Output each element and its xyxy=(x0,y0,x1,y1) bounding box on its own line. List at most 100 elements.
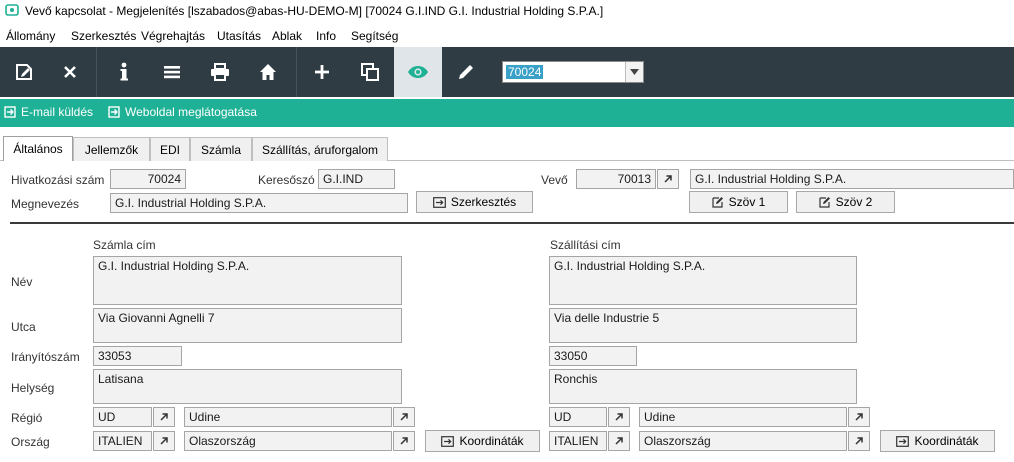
billing-city-field[interactable]: Latisana xyxy=(93,369,402,404)
record-combobox[interactable]: 70024 xyxy=(502,61,644,83)
shipping-address-heading: Szállítási cím xyxy=(550,238,621,252)
edit-name-button[interactable]: Szerkesztés xyxy=(416,191,533,213)
name-field[interactable]: G.I. Industrial Holding S.P.A. xyxy=(110,193,408,213)
shipping-name-field[interactable]: G.I. Industrial Holding S.P.A. xyxy=(549,256,857,305)
text1-button[interactable]: Szöv 1 xyxy=(689,191,788,213)
billing-street-field[interactable]: Via Giovanni Agnelli 7 xyxy=(93,308,402,343)
tab-general[interactable]: Általános xyxy=(3,136,73,161)
edit-note-icon xyxy=(712,197,723,208)
billing-region-name-field[interactable]: Udine xyxy=(184,407,392,427)
billing-zip-field[interactable]: 33053 xyxy=(93,346,182,366)
customer-link-button[interactable] xyxy=(657,169,679,189)
text2-button[interactable]: Szöv 2 xyxy=(796,191,895,213)
shipping-region-code-field[interactable]: UD xyxy=(549,407,607,427)
ref-number-field[interactable]: 70024 xyxy=(110,169,186,189)
menu-execute[interactable]: Végrehajtás xyxy=(141,29,205,43)
website-action[interactable]: Weboldal meglátogatása xyxy=(108,105,257,119)
menu-info[interactable]: Info xyxy=(316,29,336,43)
tab-invoice[interactable]: Számla xyxy=(190,137,252,161)
billing-name-field[interactable]: G.I. Industrial Holding S.P.A. xyxy=(93,256,402,305)
billing-country-name-link-button[interactable] xyxy=(393,431,415,451)
billing-region-link-button[interactable] xyxy=(153,407,175,427)
copy-icon xyxy=(361,63,379,81)
link-arrow-icon xyxy=(4,106,16,118)
info-button[interactable] xyxy=(100,47,148,97)
billing-region-code-field[interactable]: UD xyxy=(93,407,152,427)
menu-file[interactable]: Állomány xyxy=(6,29,55,43)
arrow-up-right-icon xyxy=(160,413,168,421)
tab-properties[interactable]: Jellemzők xyxy=(73,137,150,161)
section-divider xyxy=(10,222,1014,224)
arrow-up-right-icon xyxy=(160,437,168,445)
tab-shipping[interactable]: Szállítás, áruforgalom xyxy=(252,137,388,161)
address-region-label: Régió xyxy=(11,411,43,425)
billing-region-name-link-button[interactable] xyxy=(393,407,415,427)
shipping-street-field[interactable]: Via delle Industrie 5 xyxy=(549,308,857,343)
link-arrow-icon xyxy=(896,435,910,447)
address-name-label: Név xyxy=(11,275,33,289)
search-word-label: Keresőszó xyxy=(258,173,315,187)
shipping-country-link-button[interactable] xyxy=(608,431,630,451)
website-action-label: Weboldal meglátogatása xyxy=(125,105,257,119)
shipping-region-link-button[interactable] xyxy=(608,407,630,427)
record-combobox-value[interactable]: 70024 xyxy=(506,65,544,79)
edit-button[interactable] xyxy=(442,47,490,97)
copy-button[interactable] xyxy=(346,47,394,97)
address-city-label: Helység xyxy=(11,381,55,395)
arrow-up-right-icon xyxy=(400,413,408,421)
new-button[interactable] xyxy=(298,47,346,97)
shipping-country-code-field[interactable]: ITALIEN xyxy=(549,431,607,451)
link-arrow-icon xyxy=(441,435,455,447)
print-icon xyxy=(211,63,229,81)
shipping-coordinates-button[interactable]: Koordináták xyxy=(880,430,995,452)
link-arrow-icon xyxy=(108,106,120,118)
shipping-coordinates-label: Koordináták xyxy=(914,434,979,448)
shipping-region-name-field[interactable]: Udine xyxy=(639,407,847,427)
app-icon xyxy=(5,4,19,16)
edit-name-button-label: Szerkesztés xyxy=(450,195,517,209)
home-button[interactable] xyxy=(244,47,292,97)
shipping-country-name-link-button[interactable] xyxy=(848,431,870,451)
close-icon xyxy=(64,66,76,78)
plus-icon xyxy=(315,65,329,79)
shipping-country-name-field[interactable]: Olaszország xyxy=(639,431,847,451)
eye-icon xyxy=(408,66,428,78)
customer-number-field[interactable]: 70013 xyxy=(576,169,656,189)
list-icon xyxy=(164,66,180,79)
tab-edi[interactable]: EDI xyxy=(150,137,190,161)
toolbar-separator xyxy=(96,47,97,97)
edit-note-icon xyxy=(819,197,830,208)
email-action[interactable]: E-mail küldés xyxy=(4,105,93,119)
print-button[interactable] xyxy=(196,47,244,97)
customer-name-field[interactable]: G.I. Industrial Holding S.P.A. xyxy=(690,169,1014,189)
info-icon xyxy=(120,62,128,81)
arrow-up-right-icon xyxy=(615,413,623,421)
email-action-label: E-mail küldés xyxy=(21,105,94,119)
chevron-down-icon xyxy=(630,69,639,75)
search-word-field[interactable]: G.I.IND xyxy=(318,169,395,189)
close-button[interactable] xyxy=(46,47,94,97)
billing-country-name-field[interactable]: Olaszország xyxy=(184,431,392,451)
customer-label: Vevő xyxy=(541,173,568,187)
pencil-icon xyxy=(459,65,473,79)
combobox-dropdown-button[interactable] xyxy=(625,62,643,82)
view-button[interactable] xyxy=(394,47,442,97)
menu-command[interactable]: Utasítás xyxy=(217,29,261,43)
menu-bar: Állomány Szerkesztés Végrehajtás Utasítá… xyxy=(0,26,1014,46)
shipping-zip-field[interactable]: 33050 xyxy=(549,346,637,366)
arrow-up-right-icon xyxy=(855,437,863,445)
shipping-region-name-link-button[interactable] xyxy=(848,407,870,427)
ref-number-label: Hivatkozási szám xyxy=(11,173,105,187)
menu-help[interactable]: Segítség xyxy=(351,29,398,43)
billing-coordinates-button[interactable]: Koordináták xyxy=(425,430,540,452)
address-country-label: Ország xyxy=(11,435,50,449)
toolbar-separator xyxy=(296,47,297,97)
address-zip-label: Irányítószám xyxy=(11,350,80,364)
billing-country-link-button[interactable] xyxy=(153,431,175,451)
billing-country-code-field[interactable]: ITALIEN xyxy=(93,431,152,451)
shipping-city-field[interactable]: Ronchis xyxy=(549,369,857,404)
list-button[interactable] xyxy=(148,47,196,97)
menu-window[interactable]: Ablak xyxy=(272,29,302,43)
menu-edit[interactable]: Szerkesztés xyxy=(71,29,136,43)
save-button[interactable] xyxy=(0,47,48,97)
